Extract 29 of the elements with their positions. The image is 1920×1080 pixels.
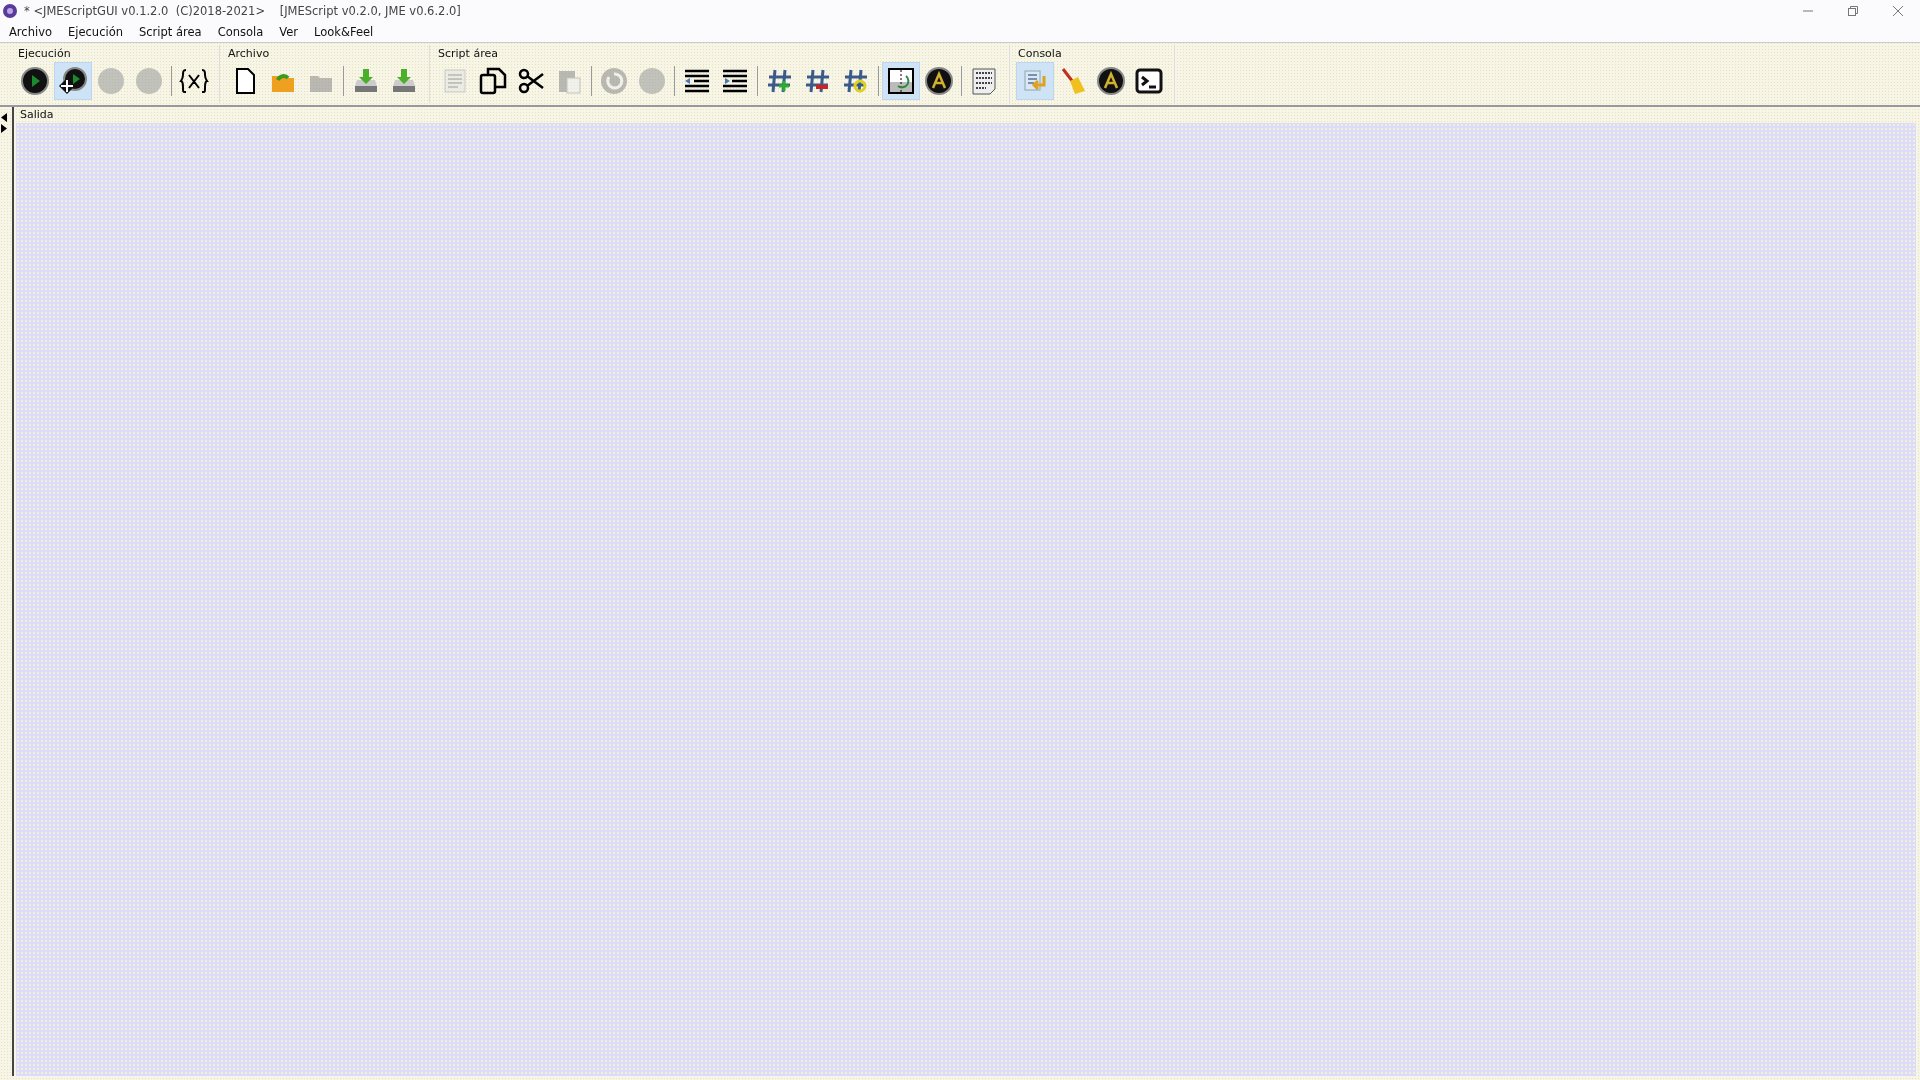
copy-icon (478, 66, 508, 96)
font-icon (924, 66, 954, 96)
menu-item[interactable]: Consola (210, 25, 271, 39)
debug-run-icon (58, 66, 88, 96)
window-title: * <JMEScriptGUI v0.1.2.0 (C)2018-2021> [JMEScript v0.2.0, JME v0.6.2.0] (24, 4, 461, 18)
collapse-arrows-icon[interactable] (0, 111, 8, 135)
play-icon (20, 66, 50, 96)
undo-icon (599, 66, 629, 96)
toolbar-button[interactable] (882, 62, 920, 100)
terminal-icon (1134, 66, 1164, 96)
group-title: Ejecución (17, 47, 72, 61)
restore-icon (1846, 5, 1859, 17)
close-icon (1891, 5, 1904, 17)
app-icon (2, 3, 18, 19)
menu-item[interactable]: Archivo (2, 25, 59, 39)
font-icon (1096, 66, 1126, 96)
split-view-icon (886, 66, 916, 96)
group-title: Script área (437, 47, 499, 61)
scissors-icon (516, 66, 546, 96)
menu-item[interactable]: Ejecución (61, 25, 130, 39)
variable-braces-icon (179, 66, 209, 96)
binary-document-icon (969, 66, 999, 96)
panel-title: Salida (19, 107, 55, 123)
menu-item[interactable]: Ver (272, 25, 306, 39)
toolbar-button[interactable] (54, 62, 92, 100)
group-title: Archivo (227, 47, 271, 61)
menu-item[interactable]: Look&Feel (307, 25, 381, 39)
menu-item[interactable]: Script área (132, 25, 209, 39)
group-title: Consola (1017, 47, 1063, 61)
